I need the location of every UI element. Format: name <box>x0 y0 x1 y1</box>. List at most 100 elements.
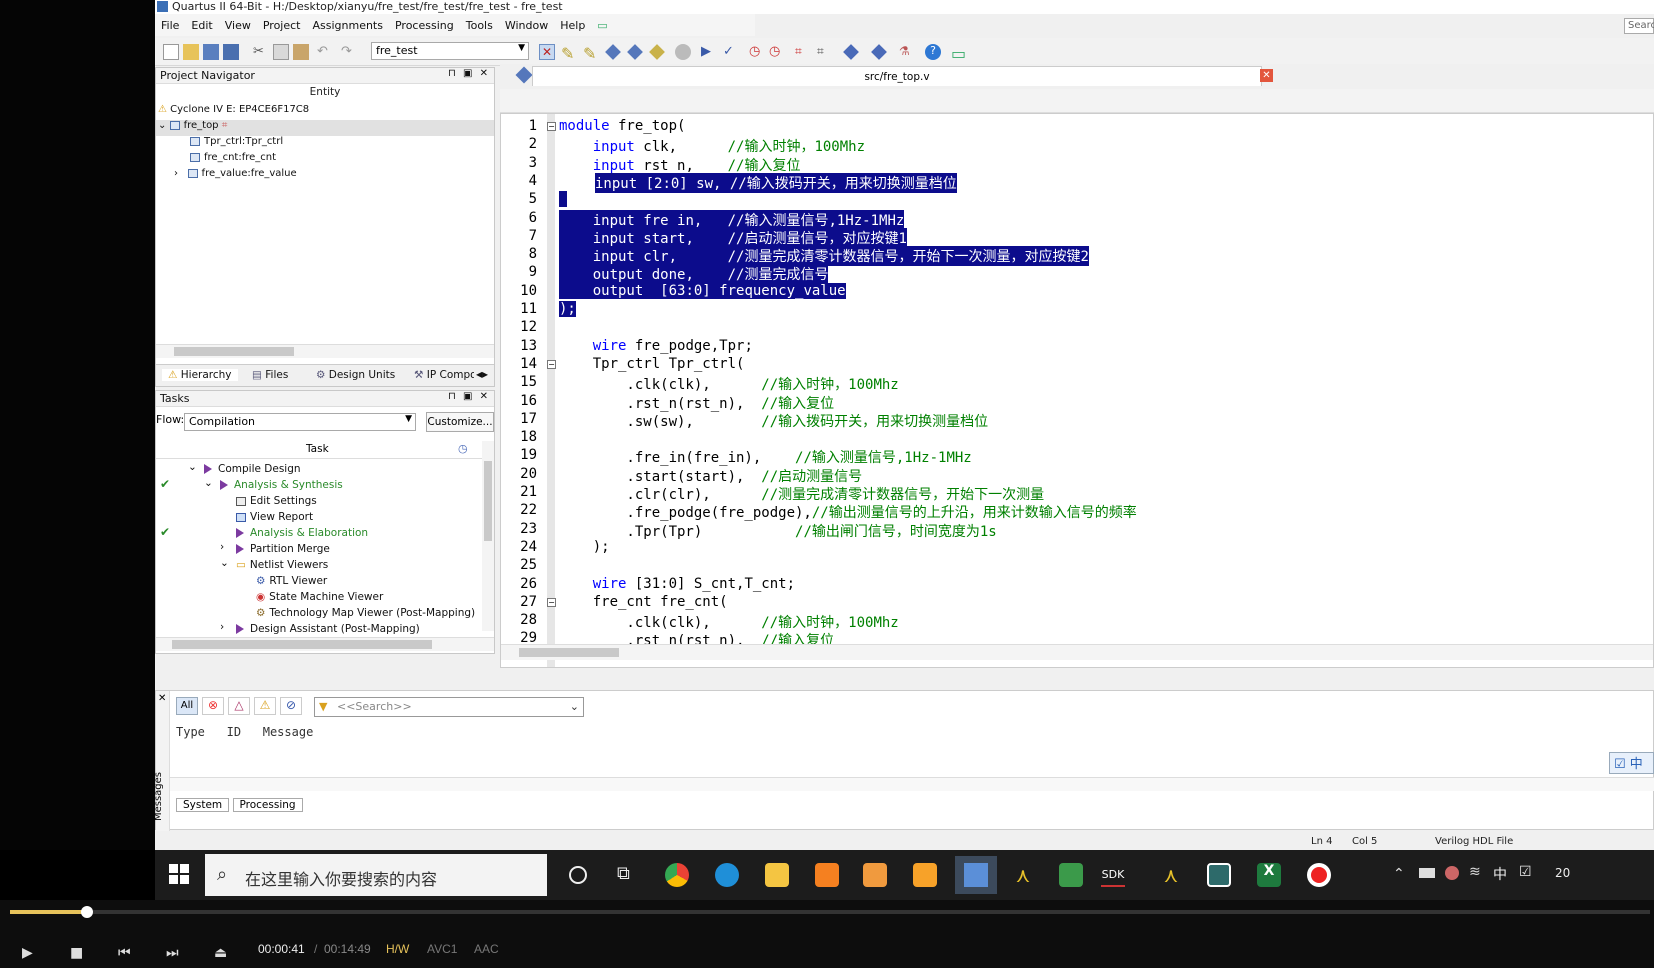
chevron-down-icon[interactable]: ⌄ <box>188 461 197 473</box>
app-icon[interactable] <box>1059 863 1083 887</box>
messages-scrollbar[interactable] <box>170 777 1654 791</box>
code-line[interactable]: .Tpr(Tpr) //输出闸门信号，时间宽度为1s <box>559 521 996 541</box>
wizard-icon[interactable]: ✎ <box>561 44 577 63</box>
tab-ip-components[interactable]: ⚒ IP Compo <box>414 369 474 381</box>
scrollbar-thumb[interactable] <box>519 648 619 657</box>
stop-icon[interactable] <box>675 44 691 60</box>
code-line[interactable]: output done, //测量完成信号 <box>559 264 829 285</box>
tray-chevron-up-icon[interactable]: ⌃ <box>1393 866 1405 882</box>
task-row[interactable]: ⌄ Compile Design <box>156 461 476 477</box>
clock[interactable]: 20 <box>1555 866 1570 880</box>
task-row[interactable]: ✔ ⌄ Analysis & Synthesis <box>156 477 476 493</box>
message-search-input[interactable]: ▼ <<Search>> ⌄ <box>314 697 584 717</box>
eject-icon[interactable]: ⏏ <box>214 945 227 961</box>
tab-files[interactable]: ▤ Files <box>252 369 288 381</box>
code-line[interactable]: input rst_n, //输入复位 <box>559 155 801 175</box>
horizontal-scrollbar[interactable] <box>156 637 494 651</box>
close-tab-icon[interactable]: ✕ <box>1260 69 1273 82</box>
timing-analyzer-icon[interactable]: ◷ <box>749 44 765 60</box>
chevron-down-icon[interactable]: ⌄ <box>570 700 579 713</box>
code-line[interactable] <box>559 191 568 208</box>
tree-row-child[interactable]: fre_cnt:fre_cnt <box>156 152 494 168</box>
rtl-viewer-icon[interactable]: ⌗ <box>795 44 811 60</box>
compile-icon[interactable] <box>605 44 621 60</box>
task-row[interactable]: ✔ Analysis & Elaboration <box>156 525 476 541</box>
code-line[interactable]: input clk, //输入时钟，100Mhz <box>559 136 865 156</box>
critical-warning-filter-icon[interactable]: △ <box>228 697 250 715</box>
code-line[interactable]: .clr(clr), //测量完成清零计数器信号，开始下一次测量 <box>559 484 1044 504</box>
file-explorer-icon[interactable] <box>765 863 789 887</box>
analysis-icon[interactable]: ✓ <box>723 44 739 60</box>
new-file-icon[interactable] <box>163 44 179 60</box>
task-row[interactable]: ◉ State Machine Viewer <box>156 589 476 605</box>
play-icon[interactable]: ▶ <box>22 945 33 961</box>
fold-toggle-icon[interactable]: − <box>547 597 556 607</box>
code-line[interactable]: wire [31:0] S_cnt,T_cnt; <box>559 576 795 592</box>
notification-icon[interactable]: ☑ <box>1519 864 1532 880</box>
save-all-icon[interactable] <box>223 44 239 60</box>
search-box[interactable]: Searc <box>1624 18 1654 34</box>
menu-help[interactable]: Help <box>554 19 591 32</box>
scrollbar-thumb[interactable] <box>484 461 492 541</box>
tab-scroll-arrows[interactable]: ◂▸ <box>476 367 488 381</box>
fold-toggle-icon[interactable]: − <box>547 122 556 131</box>
synthesis-icon[interactable] <box>627 44 643 60</box>
chevron-right-icon[interactable]: › <box>220 621 224 633</box>
help-icon[interactable]: ? <box>925 44 941 60</box>
scrollbar-thumb[interactable] <box>174 347 294 356</box>
chevron-right-icon[interactable]: › <box>174 168 178 179</box>
chevron-down-icon[interactable]: ⌄ <box>220 557 229 569</box>
xilinx-icon[interactable]: ⋏ <box>1159 863 1183 887</box>
menu-window[interactable]: Window <box>499 19 554 32</box>
code-line[interactable]: wire fre_podge,Tpr; <box>559 338 753 354</box>
menu-file[interactable]: File <box>155 19 185 32</box>
code-line[interactable]: output [63:0] frequency_value <box>559 282 846 299</box>
warning-filter-icon[interactable]: ⚠ <box>254 697 276 715</box>
app-icon[interactable] <box>863 863 887 887</box>
timequest-icon[interactable]: ◷ <box>769 44 785 60</box>
menu-assignments[interactable]: Assignments <box>306 19 389 32</box>
task-row[interactable]: ⚙ Technology Map Viewer (Post-Mapping) <box>156 605 476 621</box>
customize-button[interactable]: Customize... <box>426 412 494 432</box>
battery-icon[interactable] <box>1419 868 1435 878</box>
task-row[interactable]: › Design Assistant (Post-Mapping) <box>156 621 476 637</box>
panel-controls[interactable]: ⊓ ▣ ✕ <box>448 68 490 79</box>
code-line[interactable]: .sw(sw), //输入拨码开关，用来切换测量档位 <box>559 411 988 431</box>
wifi-icon[interactable]: ≋ <box>1469 864 1481 880</box>
code-line[interactable]: input start, //启动测量信号，对应按键1 <box>559 227 907 248</box>
code-line[interactable]: input [2:0] sw, //输入拨码开关，用来切换测量档位 <box>595 172 957 193</box>
netlist-icon[interactable]: ⌗ <box>817 44 833 60</box>
chevron-down-icon[interactable]: ⌄ <box>204 477 213 489</box>
signaltap-icon[interactable] <box>871 44 887 60</box>
tab-processing[interactable]: Processing <box>232 798 303 812</box>
tree-row-top[interactable]: ⌄ fre_top ⌗ <box>156 120 494 136</box>
excel-icon[interactable]: X <box>1257 863 1281 887</box>
panel-controls[interactable]: ⊓ ▣ ✕ <box>448 391 490 402</box>
fitter-icon[interactable] <box>649 44 665 60</box>
close-icon[interactable]: ✕ <box>158 693 166 704</box>
chevron-down-icon[interactable]: ⌄ <box>158 120 166 131</box>
horizontal-scrollbar[interactable] <box>156 344 494 358</box>
task-row[interactable]: › Partition Merge <box>156 541 476 557</box>
menu-processing[interactable]: Processing <box>389 19 460 32</box>
stop-icon[interactable]: ■ <box>70 945 83 961</box>
sublime-icon[interactable] <box>815 863 839 887</box>
windows-start-icon[interactable] <box>169 864 189 884</box>
tree-row-child[interactable]: Tpr_ctrl:Tpr_ctrl <box>156 136 494 152</box>
app-tray-icon[interactable] <box>1445 866 1459 880</box>
code-line[interactable]: module fre_top( <box>559 118 685 134</box>
tab-hierarchy[interactable]: ⚠ Hierarchy <box>162 369 238 381</box>
vertical-scrollbar[interactable] <box>482 441 494 631</box>
menu-view[interactable]: View <box>219 19 257 32</box>
code-line[interactable]: .clk(clk), //输入时钟，100Mhz <box>559 612 898 632</box>
code-line[interactable]: .fre_podge(fre_podge),//输出测量信号的上升沿，用来计数输… <box>559 502 1136 522</box>
code-editor[interactable]: 1 module fre_top(2 input clk, //输入时钟，100M… <box>500 113 1654 668</box>
code-line[interactable]: Tpr_ctrl Tpr_ctrl( <box>559 356 745 372</box>
tab-design-units[interactable]: ⚙ Design Units <box>316 369 395 381</box>
task-view-icon[interactable]: ⧉ <box>617 863 641 887</box>
redo-icon[interactable]: ↷ <box>341 44 357 60</box>
code-line[interactable]: input fre_in, //输入测量信号,1Hz-1MHz <box>559 209 905 230</box>
tree-row-child[interactable]: › fre_value:fre_value <box>156 168 494 184</box>
edge-icon[interactable] <box>715 863 739 887</box>
xilinx-icon[interactable]: ⋏ <box>1011 863 1035 887</box>
